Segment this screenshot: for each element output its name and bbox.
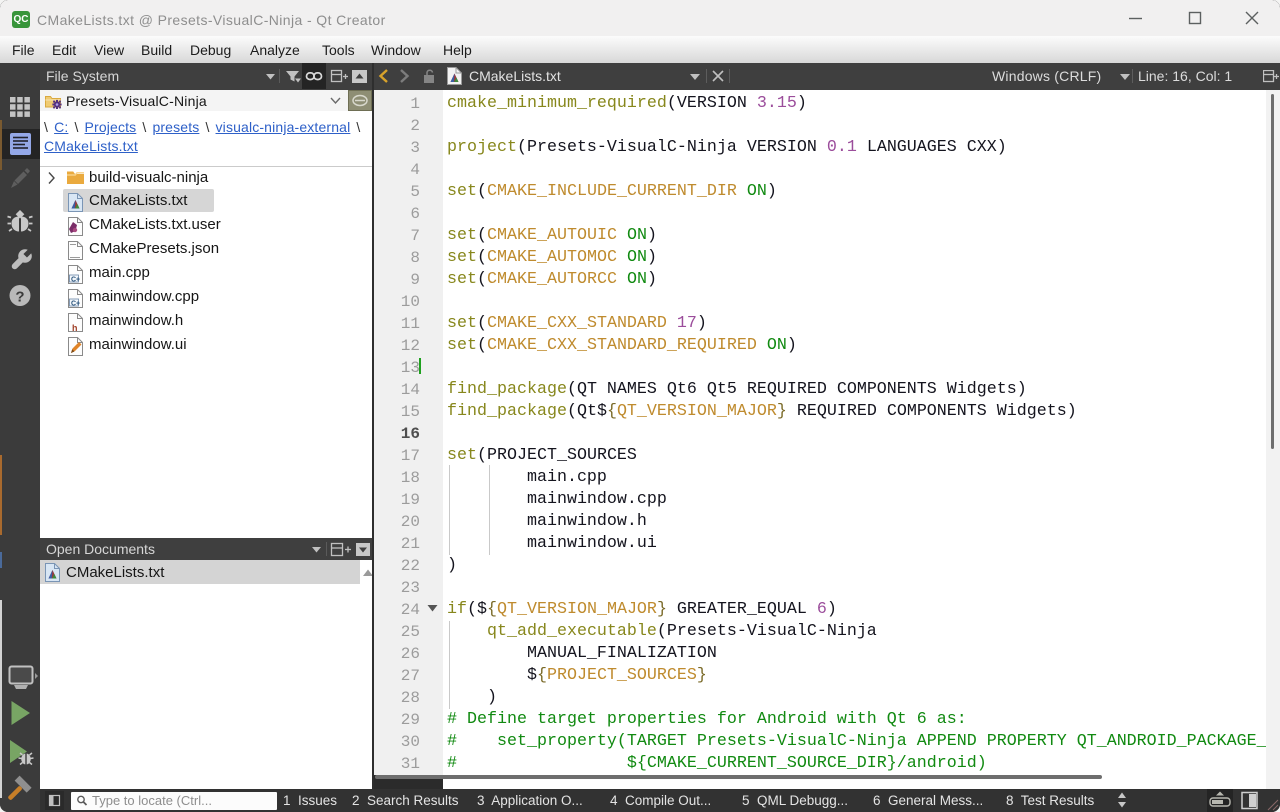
svg-text:?: ? <box>15 289 24 306</box>
